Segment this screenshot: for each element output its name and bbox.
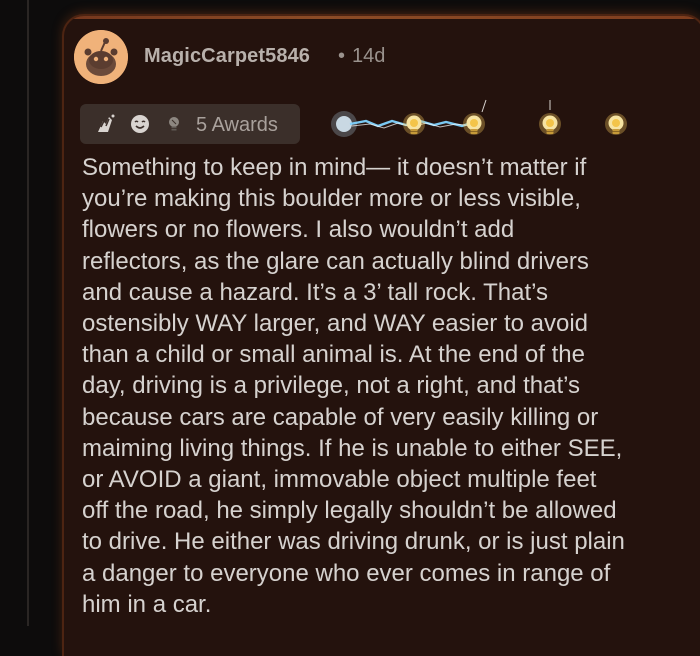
avatar[interactable]	[74, 30, 128, 84]
snoo-avatar-icon	[74, 30, 128, 84]
thread-line	[27, 0, 29, 626]
awards-badge[interactable]: 5 Awards	[80, 104, 300, 144]
card-highlight	[64, 16, 700, 19]
animated-awards-strip	[331, 99, 627, 137]
hands-clap-award-icon	[98, 114, 115, 132]
comment-age: 14d	[352, 45, 386, 67]
meta-separator: •	[338, 45, 346, 67]
lightbulb-spark-icon	[331, 111, 475, 137]
comment-author[interactable]: MagicCarpet5846	[144, 45, 310, 68]
lightbulb-icon	[463, 99, 487, 135]
wholesome-face-award-icon	[131, 115, 149, 133]
lightbulb-icon	[403, 113, 425, 135]
lightbulb-icon	[605, 113, 627, 135]
comment-card: MagicCarpet5846 • 14d 5 Awards Something…	[64, 16, 700, 656]
awards-count-label: 5 Awards	[196, 114, 278, 136]
lightbulb-award-icon	[169, 117, 179, 131]
comment-body: Something to keep in mind— it doesn’t ma…	[82, 154, 625, 618]
lightbulb-icon	[539, 100, 561, 135]
